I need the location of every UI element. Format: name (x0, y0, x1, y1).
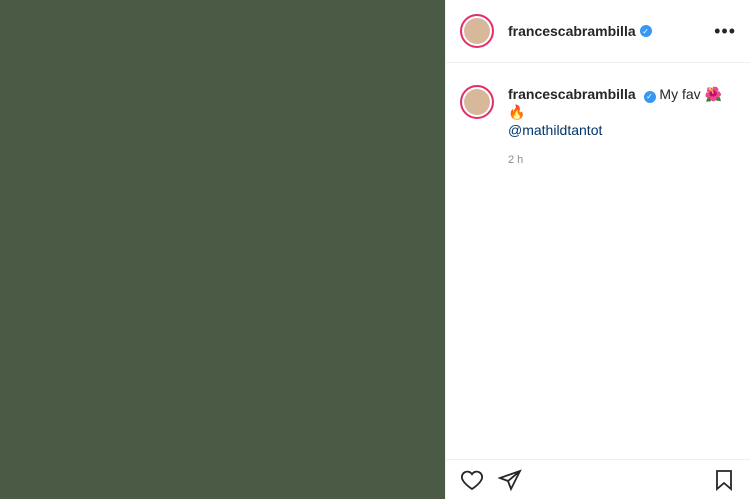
comments-area: francescabrambilla ✓ My fav 🌺🔥 @mathildt… (446, 63, 750, 459)
share-icon[interactable] (498, 468, 522, 492)
post-image-placeholder[interactable] (0, 0, 445, 499)
caption-body: francescabrambilla ✓ My fav 🌺🔥 @mathildt… (508, 85, 736, 169)
caption: francescabrambilla ✓ My fav 🌺🔥 @mathildt… (460, 85, 736, 169)
post-side-panel: francescabrambilla ✓ ••• francescabrambi… (445, 0, 750, 499)
avatar[interactable] (460, 14, 494, 48)
post: francescabrambilla ✓ ••• francescabrambi… (0, 0, 750, 499)
post-header: francescabrambilla ✓ ••• (446, 0, 750, 63)
caption-avatar[interactable] (460, 85, 494, 119)
verified-icon: ✓ (639, 25, 652, 37)
save-icon[interactable] (712, 468, 736, 492)
caption-verified-icon: ✓ (643, 91, 656, 103)
caption-mention[interactable]: @mathildtantot (508, 121, 736, 139)
like-icon[interactable] (460, 468, 484, 492)
more-options-icon[interactable]: ••• (714, 21, 736, 42)
action-bar (446, 459, 750, 499)
author-username[interactable]: francescabrambilla (508, 23, 636, 39)
post-timestamp[interactable]: 2 h (508, 151, 736, 169)
caption-username[interactable]: francescabrambilla (508, 86, 636, 102)
